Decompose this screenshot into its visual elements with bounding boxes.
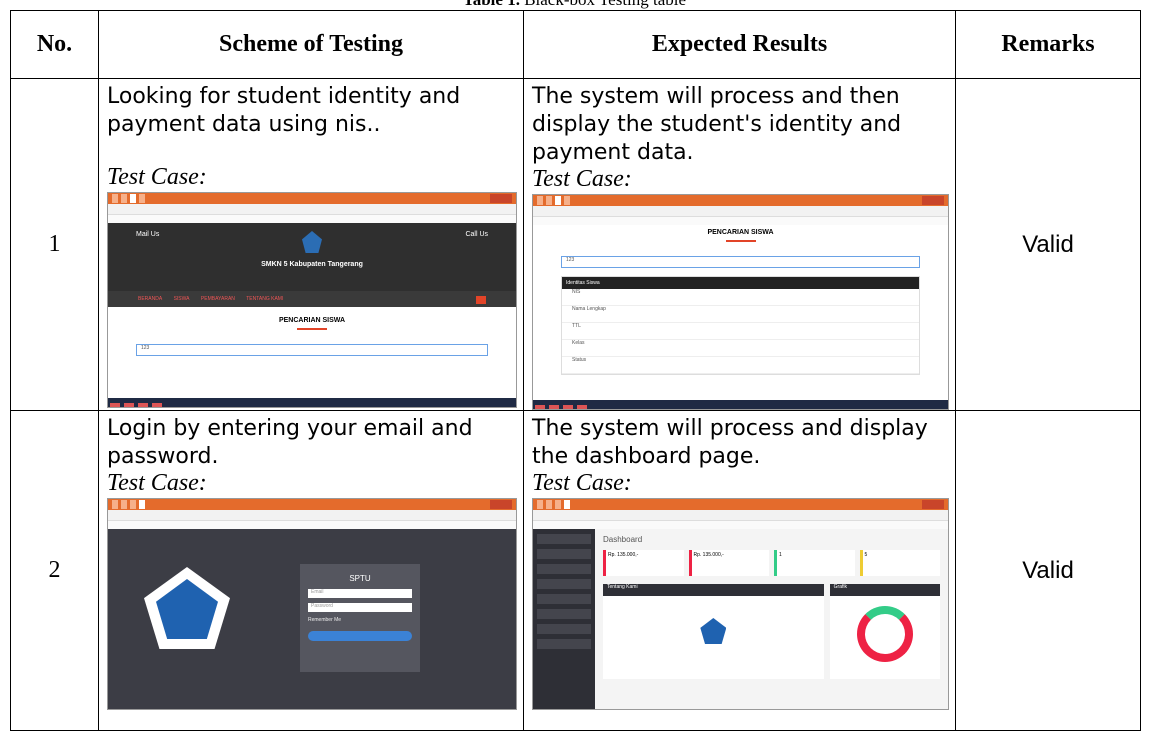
test-case-label: Test Case: — [532, 166, 632, 192]
table-row: 2 Login by entering your email and passw… — [10, 410, 1141, 731]
school-name: SMKN 5 Kabupaten Tangerang — [261, 261, 363, 268]
testing-table: No. Scheme of Testing Expected Results R… — [10, 10, 1141, 731]
section-title: PENCARIAN SISWA — [707, 229, 774, 236]
field-label: Nama Lengkap — [572, 306, 606, 312]
remarks-cell: Valid — [955, 78, 1141, 411]
menu-item-tentang: TENTANG KAMI — [246, 296, 284, 302]
identity-panel: Identitas Siswa NIS Nama Lengkap TTL Kel… — [561, 276, 920, 375]
field-label: Kelas — [572, 340, 585, 346]
screenshot-search-page: Mail Us Call Us SMKN 5 Kabupaten Tangera… — [107, 192, 517, 408]
remember-me: Remember Me — [308, 617, 342, 623]
school-logo-icon — [144, 567, 230, 649]
expected-cell: The system will process and display the … — [523, 410, 956, 731]
remarks-cell: Valid — [955, 410, 1141, 731]
stat-card: Rp. 135.000,- — [688, 550, 769, 576]
field-label: NIS — [572, 289, 581, 295]
stat-card: 1 — [774, 550, 855, 576]
row-number: 2 — [10, 410, 99, 731]
section-title: PENCARIAN SISWA — [278, 317, 346, 324]
header-scheme: Scheme of Testing — [98, 10, 524, 79]
row-number: 1 — [10, 78, 99, 411]
password-field: Password — [308, 603, 412, 612]
expected-text: The system will process and display the … — [532, 416, 928, 469]
school-logo-icon — [302, 231, 322, 253]
stat-card: Rp. 135.000,- — [603, 550, 684, 576]
menu-item-pembayaran: PEMBAYARAN — [200, 296, 235, 302]
donut-chart — [856, 606, 913, 662]
caption-text: Black-box Testing table — [524, 0, 686, 9]
chart-panel: Grafik — [829, 584, 940, 679]
login-panel: SPTU Email Password Remember Me — [300, 564, 420, 672]
scheme-text: Looking for student identity and payment… — [107, 84, 461, 137]
about-panel-title: Tentang Kami — [603, 584, 824, 596]
test-case-label: Test Case: — [107, 470, 207, 496]
screenshot-dashboard: Dashboard Rp. 135.000,- Rp. 135.000,- 1 … — [532, 498, 949, 710]
scheme-cell: Login by entering your email and passwor… — [98, 410, 524, 731]
dashboard-sidebar — [533, 529, 595, 709]
identity-panel-title: Identitas Siswa — [562, 277, 919, 289]
about-panel: Tentang Kami — [603, 584, 824, 679]
test-case-label: Test Case: — [107, 164, 207, 190]
school-logo-icon — [688, 606, 739, 654]
chart-panel-title: Grafik — [829, 584, 940, 596]
stat-card: 5 — [859, 550, 940, 576]
site-menu: BERANDA SISWA PEMBAYARAN TENTANG KAMI — [108, 291, 516, 307]
call-us-label: Call Us — [465, 231, 488, 238]
nis-select: 123 — [136, 344, 488, 356]
header-no: No. — [10, 10, 99, 79]
screenshot-search-result: PENCARIAN SISWA 123 Identitas Siswa NIS … — [532, 194, 949, 410]
scheme-text: Login by entering your email and passwor… — [107, 416, 473, 469]
brand-name: SPTU — [349, 574, 371, 583]
table-row: 1 Looking for student identity and payme… — [10, 78, 1141, 411]
login-button — [308, 631, 412, 641]
caption-label: Table 1. — [463, 0, 520, 9]
field-label: Status — [572, 357, 587, 363]
expected-cell: The system will process and then display… — [523, 78, 956, 411]
header-expected: Expected Results — [523, 10, 956, 79]
header-row: No. Scheme of Testing Expected Results R… — [10, 10, 1141, 79]
test-case-label: Test Case: — [532, 470, 632, 496]
table-caption: Table 1. Black-box Testing table — [0, 0, 1149, 10]
expected-text: The system will process and then display… — [532, 84, 902, 165]
menu-item-beranda: BERANDA — [138, 296, 163, 302]
nis-select: 123 — [561, 256, 920, 268]
email-field: Email — [308, 589, 412, 598]
mail-us-label: Mail Us — [136, 231, 160, 238]
field-label: TTL — [572, 323, 581, 329]
screenshot-login-page: SPTU Email Password Remember Me — [107, 498, 517, 710]
scheme-cell: Looking for student identity and payment… — [98, 78, 524, 411]
menu-item-siswa: SISWA — [173, 296, 190, 302]
dashboard-title: Dashboard — [603, 535, 643, 544]
header-remarks: Remarks — [955, 10, 1141, 79]
